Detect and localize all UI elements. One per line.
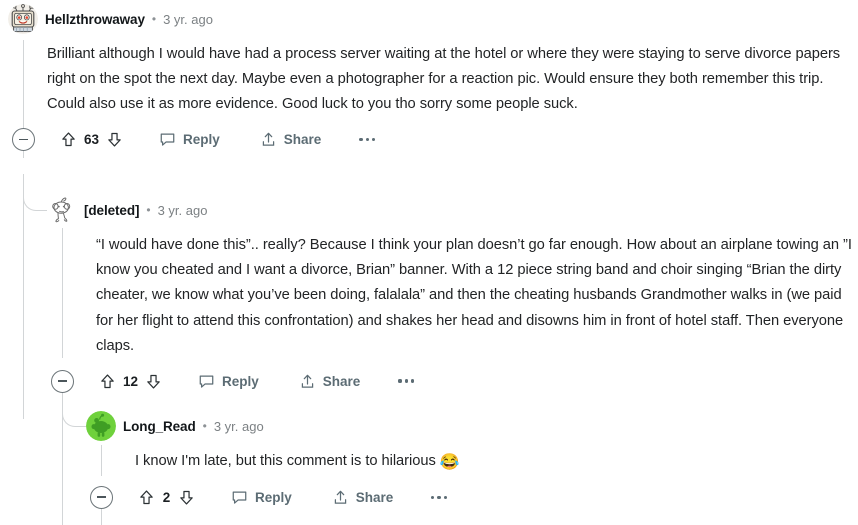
dot-1 bbox=[431, 495, 435, 499]
comment-author[interactable]: Long_Read bbox=[123, 419, 196, 434]
avatar[interactable] bbox=[8, 4, 38, 34]
comment-author[interactable]: Hellzthrowaway bbox=[45, 12, 145, 27]
more-options-button[interactable] bbox=[359, 138, 375, 142]
comment-action-bar: 63 Reply Share bbox=[12, 127, 853, 153]
share-label: Share bbox=[355, 489, 394, 505]
comment-body: “I would have done this”.. really? Becau… bbox=[96, 237, 852, 354]
avatar[interactable] bbox=[47, 195, 77, 225]
thread-line-depth-0-lower[interactable] bbox=[23, 174, 25, 419]
comment-header: [deleted] • 3 yr. ago bbox=[47, 195, 853, 225]
more-options-button[interactable] bbox=[431, 495, 447, 499]
reply-label: Reply bbox=[255, 489, 292, 505]
comment-bubble-icon bbox=[159, 131, 176, 148]
dot-1 bbox=[398, 379, 402, 383]
comment-body-text: I know I'm late, but this comment is to … bbox=[135, 453, 440, 469]
comment-header: Long_Read • 3 yr. ago bbox=[86, 411, 853, 441]
comment-long-read: Long_Read • 3 yr. ago I know I'm late, b… bbox=[86, 411, 853, 510]
dot-3 bbox=[443, 495, 447, 499]
thread-line-depth-2-lower[interactable] bbox=[101, 508, 103, 525]
dot-1 bbox=[359, 138, 363, 142]
comment-timestamp: 3 yr. ago bbox=[213, 418, 264, 434]
collapse-comment-button[interactable] bbox=[12, 128, 35, 152]
separator-dot: • bbox=[202, 419, 207, 433]
vote-count: 63 bbox=[84, 132, 100, 148]
vote-group: 12 bbox=[99, 373, 162, 390]
downvote-icon[interactable] bbox=[145, 373, 162, 390]
thread-line-depth-1[interactable] bbox=[62, 228, 64, 358]
dot-2 bbox=[365, 138, 369, 142]
dot-2 bbox=[437, 495, 441, 499]
share-button[interactable]: Share bbox=[260, 131, 322, 148]
dot-2 bbox=[404, 379, 408, 383]
comment-author[interactable]: [deleted] bbox=[84, 203, 139, 218]
comment-header: Hellzthrowaway • 3 yr. ago bbox=[8, 4, 853, 34]
thread-elbow-to-comment-2 bbox=[23, 174, 47, 211]
comment-action-bar: 12 Reply Share bbox=[51, 368, 853, 394]
reply-label: Reply bbox=[183, 132, 220, 148]
downvote-icon[interactable] bbox=[106, 131, 123, 148]
reply-button[interactable]: Reply bbox=[159, 131, 220, 148]
collapse-comment-button[interactable] bbox=[90, 485, 113, 509]
thread-elbow-to-comment-3 bbox=[62, 390, 86, 427]
comment-hellzthrowaway: Hellzthrowaway • 3 yr. ago Brilliant alt… bbox=[8, 4, 853, 153]
reply-button[interactable]: Reply bbox=[231, 489, 292, 506]
downvote-icon[interactable] bbox=[178, 489, 195, 506]
more-options-button[interactable] bbox=[398, 379, 414, 383]
thread-line-depth-2[interactable] bbox=[101, 445, 103, 476]
vote-group: 63 bbox=[60, 131, 123, 148]
share-label: Share bbox=[283, 132, 322, 148]
share-icon bbox=[332, 489, 349, 506]
comment-thread: Hellzthrowaway • 3 yr. ago Brilliant alt… bbox=[0, 0, 858, 525]
separator-dot: • bbox=[146, 203, 151, 217]
upvote-icon[interactable] bbox=[138, 489, 155, 506]
comment-action-bar: 2 Reply Share bbox=[90, 484, 853, 510]
share-label: Share bbox=[322, 373, 361, 389]
comment-body: Brilliant although I would have had a pr… bbox=[47, 46, 841, 113]
comment-timestamp: 3 yr. ago bbox=[163, 11, 213, 27]
comment-bubble-icon bbox=[231, 489, 248, 506]
vote-count: 12 bbox=[123, 373, 139, 389]
dot-3 bbox=[410, 379, 414, 383]
comment-deleted: [deleted] • 3 yr. ago “I would have done… bbox=[47, 195, 853, 394]
share-button[interactable]: Share bbox=[299, 373, 361, 390]
comment-bubble-icon bbox=[198, 373, 215, 390]
reply-label: Reply bbox=[222, 373, 259, 389]
upvote-icon[interactable] bbox=[99, 373, 116, 390]
vote-count: 2 bbox=[162, 489, 171, 505]
avatar[interactable] bbox=[86, 411, 116, 441]
reply-button[interactable]: Reply bbox=[198, 373, 259, 390]
dot-3 bbox=[371, 138, 375, 142]
joy-emoji: 😂 bbox=[439, 454, 460, 471]
comment-timestamp: 3 yr. ago bbox=[157, 202, 208, 218]
share-button[interactable]: Share bbox=[332, 489, 394, 506]
share-icon bbox=[299, 373, 316, 390]
separator-dot: • bbox=[151, 12, 157, 26]
comment-body: I know I'm late, but this comment is to … bbox=[135, 449, 853, 475]
upvote-icon[interactable] bbox=[60, 131, 77, 148]
share-icon bbox=[260, 131, 277, 148]
vote-group: 2 bbox=[138, 489, 195, 506]
collapse-comment-button[interactable] bbox=[51, 369, 74, 393]
